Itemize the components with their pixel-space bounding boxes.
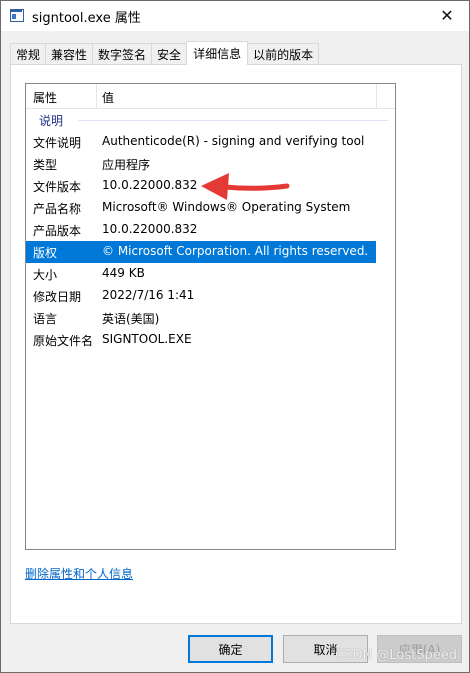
column-header-property[interactable]: 属性 bbox=[33, 89, 57, 106]
group-header[interactable]: 说明 bbox=[26, 109, 395, 129]
group-label: 说明 bbox=[39, 114, 64, 128]
property-name: 产品名称 bbox=[33, 202, 82, 216]
list-item[interactable]: 原始文件名 SIGNTOOL.EXE bbox=[26, 329, 376, 351]
property-name: 产品版本 bbox=[33, 224, 82, 238]
properties-dialog: signtool.exe 属性 ✕ 常规 兼容性 数字签名 安全 详细信息 以前… bbox=[0, 0, 470, 673]
group-divider bbox=[78, 120, 388, 121]
title-bar[interactable]: signtool.exe 属性 ✕ bbox=[1, 1, 469, 31]
tab-compatibility[interactable]: 兼容性 bbox=[45, 43, 94, 64]
property-name: 大小 bbox=[33, 268, 58, 282]
list-item[interactable]: 大小 449 KB bbox=[26, 263, 376, 285]
tab-security[interactable]: 安全 bbox=[151, 43, 188, 64]
list-item[interactable]: 文件说明 Authenticode(R) - signing and verif… bbox=[26, 131, 376, 153]
property-value: 2022/7/16 1:41 bbox=[102, 288, 195, 302]
list-item-selected[interactable]: 版权 © Microsoft Corporation. All rights r… bbox=[26, 241, 376, 263]
ok-button[interactable]: 确定 bbox=[188, 635, 273, 663]
property-value: Authenticode(R) - signing and verifying … bbox=[102, 134, 365, 148]
tab-previous-versions[interactable]: 以前的版本 bbox=[247, 43, 320, 64]
property-value: 10.0.22000.832 bbox=[102, 222, 198, 236]
tab-digital-signatures[interactable]: 数字签名 bbox=[92, 43, 153, 64]
annotation-arrow-icon bbox=[201, 173, 290, 200]
property-value: 449 KB bbox=[102, 266, 145, 280]
list-item[interactable]: 语言 英语(美国) bbox=[26, 307, 376, 329]
details-list[interactable]: 属性 值 说明 文件说明 Authenticode(R) - signing a… bbox=[25, 83, 396, 550]
property-value: SIGNTOOL.EXE bbox=[102, 332, 192, 346]
property-value: 10.0.22000.832 bbox=[102, 178, 198, 192]
property-value: © Microsoft Corporation. All rights rese… bbox=[102, 244, 369, 258]
tab-general[interactable]: 常规 bbox=[10, 43, 47, 64]
property-name: 修改日期 bbox=[33, 290, 82, 304]
list-item[interactable]: 产品版本 10.0.22000.832 bbox=[26, 219, 376, 241]
property-name: 语言 bbox=[33, 312, 58, 326]
close-icon[interactable]: ✕ bbox=[437, 6, 457, 26]
app-window-icon bbox=[10, 9, 24, 23]
column-separator[interactable] bbox=[376, 84, 377, 108]
property-name: 文件版本 bbox=[33, 180, 82, 194]
list-header: 属性 值 bbox=[26, 84, 395, 109]
remove-properties-link[interactable]: 删除属性和个人信息 bbox=[25, 565, 133, 582]
property-value: 英语(美国) bbox=[102, 312, 160, 326]
window-title: signtool.exe 属性 bbox=[32, 10, 141, 26]
tab-strip: 常规 兼容性 数字签名 安全 详细信息 以前的版本 bbox=[10, 41, 320, 65]
watermark: CSDN @LostSpeed bbox=[335, 648, 457, 663]
property-name: 原始文件名 bbox=[33, 334, 94, 348]
property-name: 文件说明 bbox=[33, 136, 82, 150]
property-name: 版权 bbox=[33, 246, 58, 260]
tab-details[interactable]: 详细信息 bbox=[186, 41, 249, 65]
column-separator[interactable] bbox=[96, 84, 97, 108]
property-value: 应用程序 bbox=[102, 158, 151, 172]
property-name: 类型 bbox=[33, 158, 58, 172]
list-item[interactable]: 修改日期 2022/7/16 1:41 bbox=[26, 285, 376, 307]
column-header-value[interactable]: 值 bbox=[102, 89, 114, 106]
